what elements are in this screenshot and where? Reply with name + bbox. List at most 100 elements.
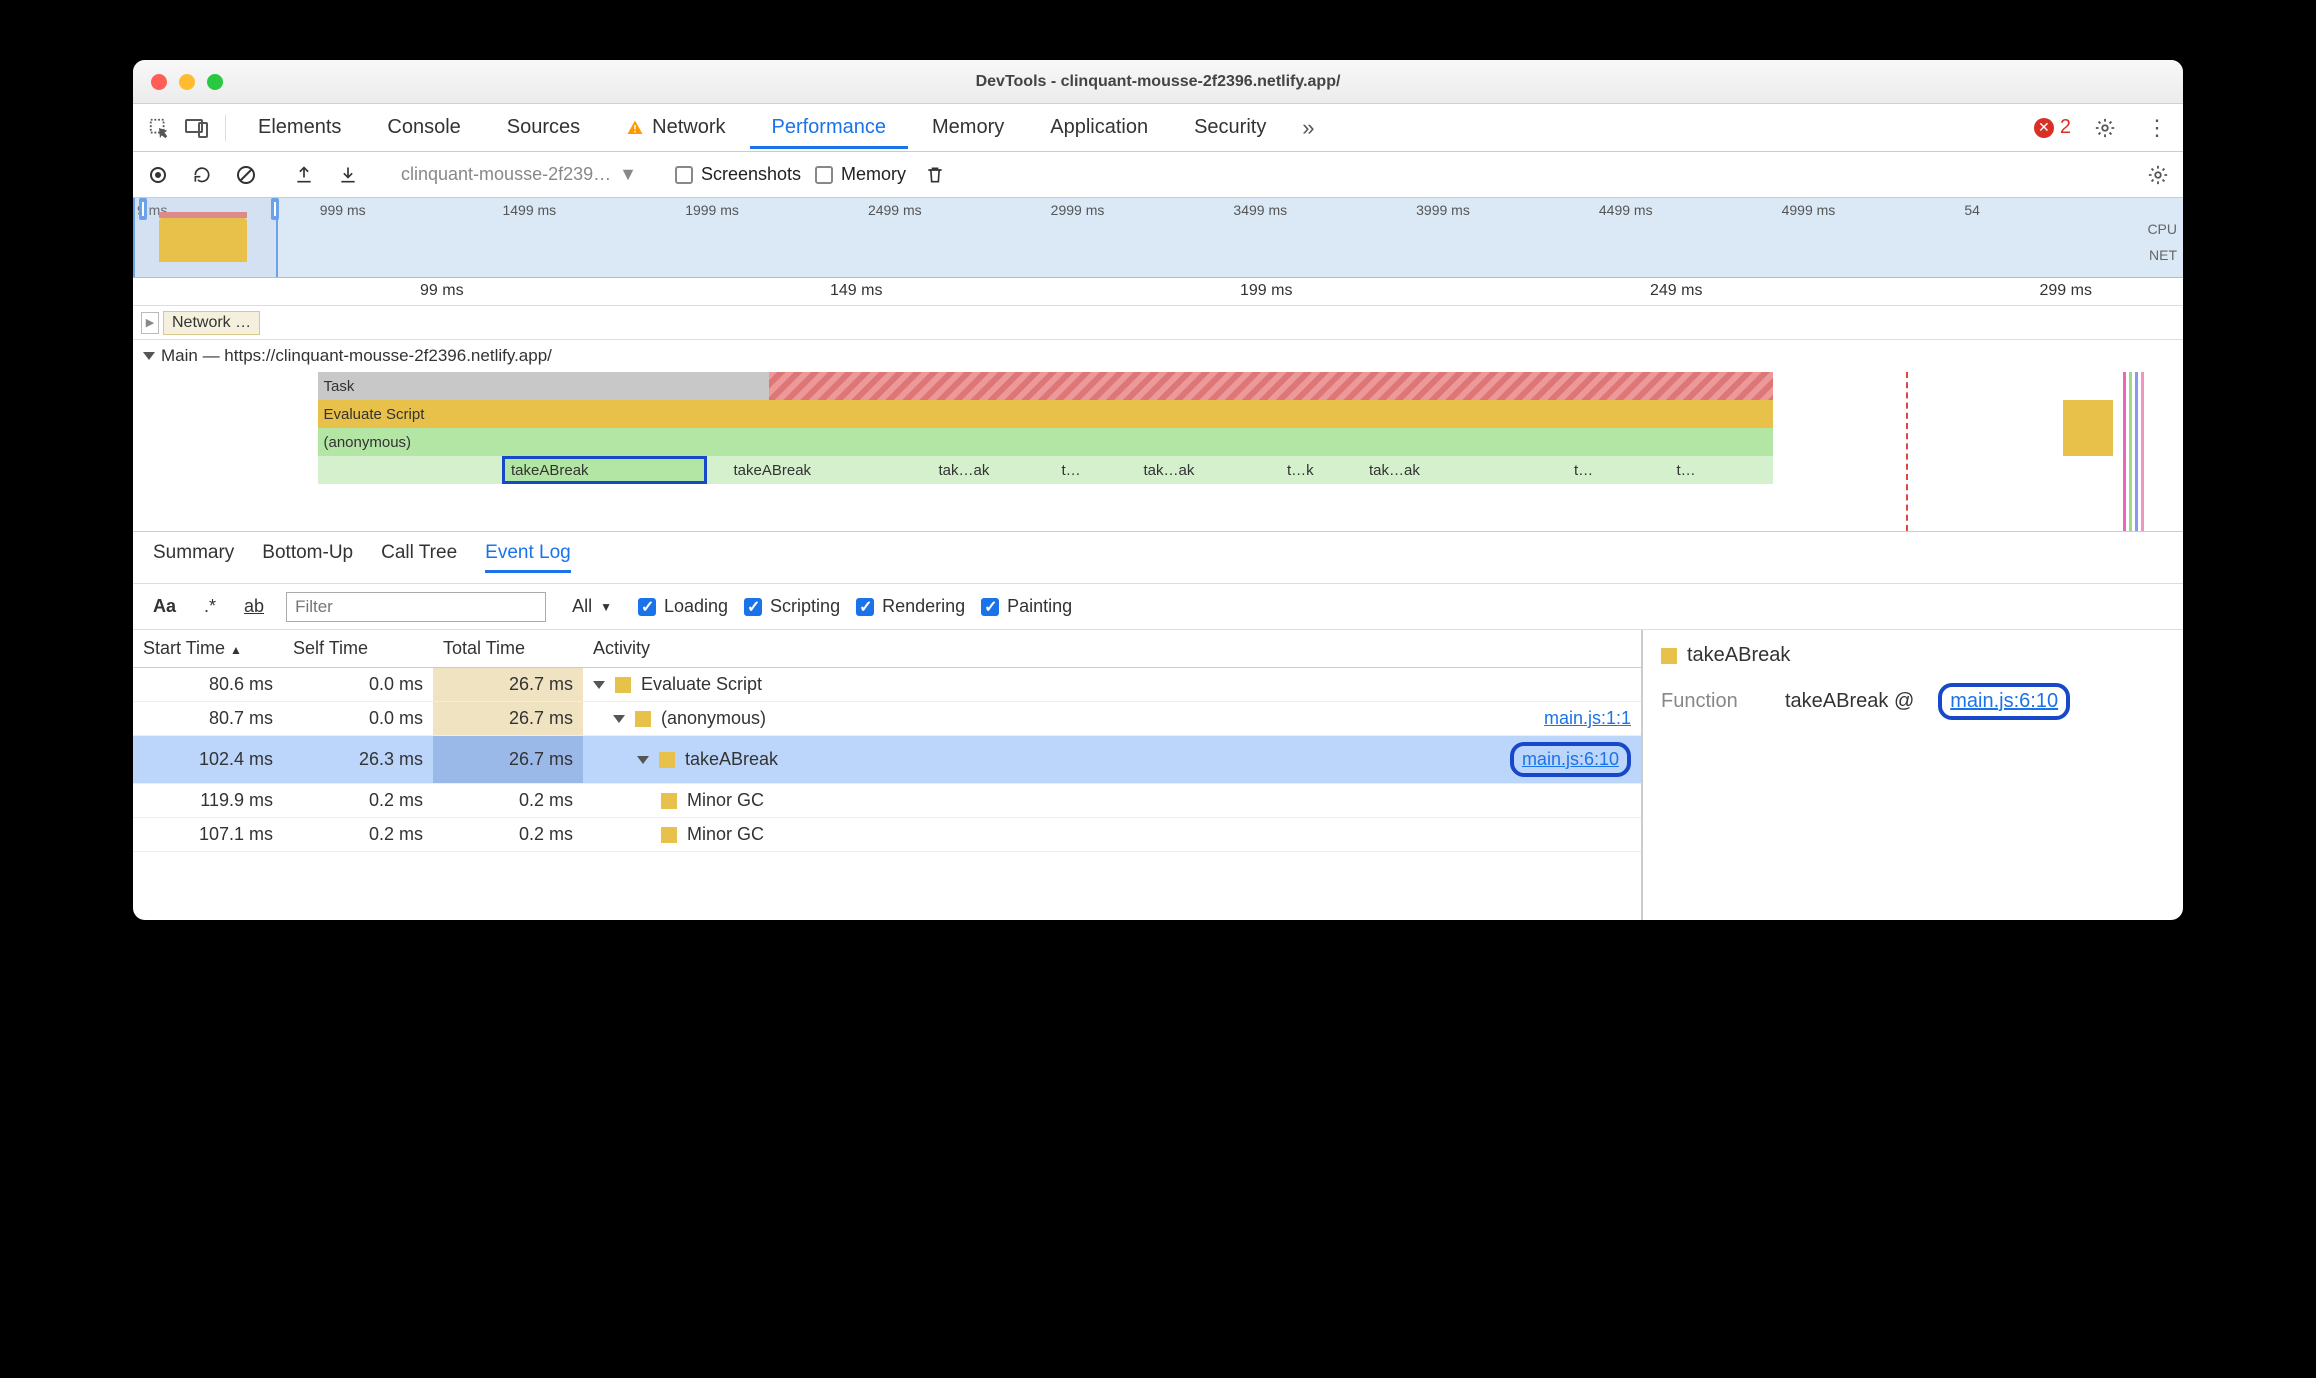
upload-icon[interactable] xyxy=(289,160,319,190)
tab-call-tree[interactable]: Call Tree xyxy=(381,542,457,573)
detail-timeline-header[interactable]: 99 ms 149 ms 199 ms 249 ms 299 ms xyxy=(133,278,2183,306)
event-log-body: Start Time ▲ Self Time Total Time Activi… xyxy=(133,630,2183,920)
chevron-down-icon: ▼ xyxy=(600,600,612,614)
garbage-collect-icon[interactable] xyxy=(920,160,950,190)
tab-console[interactable]: Console xyxy=(365,106,482,149)
tab-summary[interactable]: Summary xyxy=(153,542,234,573)
minimize-window-button[interactable] xyxy=(179,74,195,90)
loading-checkbox[interactable]: Loading xyxy=(638,596,728,617)
table-row[interactable]: 107.1 ms0.2 ms0.2 msMinor GC xyxy=(133,818,1641,852)
network-lane[interactable]: ▶ Network … xyxy=(133,306,2183,340)
tab-elements[interactable]: Elements xyxy=(236,106,363,149)
memory-checkbox[interactable]: Memory xyxy=(815,164,906,185)
reload-icon[interactable] xyxy=(187,160,217,190)
overview-handle-left[interactable] xyxy=(139,198,147,220)
zoom-window-button[interactable] xyxy=(207,74,223,90)
col-start-time[interactable]: Start Time ▲ xyxy=(133,630,283,668)
category-swatch-icon xyxy=(659,752,675,768)
flame-call[interactable]: t… xyxy=(1671,456,1733,484)
flame-call[interactable]: tak…ak xyxy=(1363,456,1486,484)
col-activity[interactable]: Activity xyxy=(583,630,1641,668)
screenshots-checkbox[interactable]: Screenshots xyxy=(675,164,801,185)
table-header-row: Start Time ▲ Self Time Total Time Activi… xyxy=(133,630,1641,668)
flame-call[interactable]: takeABreak xyxy=(728,456,913,484)
event-log-table: Start Time ▲ Self Time Total Time Activi… xyxy=(133,630,1643,920)
overview-handle-right[interactable] xyxy=(271,198,279,220)
main-thread-header[interactable]: Main — https://clinquant-mousse-2f2396.n… xyxy=(133,340,2183,372)
source-link[interactable]: main.js:6:10 xyxy=(1950,690,2058,712)
tab-application[interactable]: Application xyxy=(1028,106,1170,149)
device-toolbar-icon[interactable] xyxy=(179,110,215,146)
flame-call[interactable]: t…k xyxy=(1281,456,1343,484)
error-count[interactable]: ✕ 2 xyxy=(2034,116,2071,139)
table-row[interactable]: 102.4 ms26.3 ms26.7 mstakeABreakmain.js:… xyxy=(133,736,1641,784)
main-thread-label: Main — https://clinquant-mousse-2f2396.n… xyxy=(161,346,552,366)
category-swatch-icon xyxy=(661,827,677,843)
flame-call[interactable]: t… xyxy=(1568,456,1630,484)
overview-cpu-flame xyxy=(159,218,247,262)
event-detail-panel: takeABreak Function takeABreak @ main.js… xyxy=(1643,630,2183,920)
table-row[interactable]: 119.9 ms0.2 ms0.2 msMinor GC xyxy=(133,784,1641,818)
category-swatch-icon xyxy=(635,711,651,727)
flame-long-task[interactable] xyxy=(769,372,1774,400)
col-self-time[interactable]: Self Time xyxy=(283,630,433,668)
expand-icon[interactable]: ▶ xyxy=(141,312,159,334)
chevron-down-icon: ▼ xyxy=(619,164,637,185)
tab-memory[interactable]: Memory xyxy=(910,106,1026,149)
tab-security[interactable]: Security xyxy=(1172,106,1288,149)
source-link[interactable]: main.js:1:1 xyxy=(1544,708,1631,728)
inspect-icon[interactable] xyxy=(141,110,177,146)
tab-performance[interactable]: Performance xyxy=(750,106,909,149)
highlight-ring: main.js:6:10 xyxy=(1510,742,1631,777)
flame-anonymous[interactable]: (anonymous) xyxy=(318,428,1774,456)
regex-icon[interactable]: .* xyxy=(198,594,222,619)
category-swatch-icon xyxy=(615,677,631,693)
table-row[interactable]: 80.7 ms0.0 ms26.7 ms(anonymous)main.js:1… xyxy=(133,702,1641,736)
flame-evaluate-script[interactable]: Evaluate Script xyxy=(318,400,1774,428)
scripting-checkbox[interactable]: Scripting xyxy=(744,596,840,617)
details-tabs: Summary Bottom-Up Call Tree Event Log xyxy=(133,532,2183,584)
chevron-down-icon[interactable] xyxy=(593,681,605,689)
flame-call[interactable]: tak…ak xyxy=(1138,456,1261,484)
col-total-time[interactable]: Total Time xyxy=(433,630,583,668)
performance-toolbar: clinquant-mousse-2f239… ▼ Screenshots Me… xyxy=(133,152,2183,198)
category-swatch-icon xyxy=(661,793,677,809)
tab-event-log[interactable]: Event Log xyxy=(485,542,571,573)
flame-call-selected[interactable]: takeABreak xyxy=(502,456,707,484)
profile-select[interactable]: clinquant-mousse-2f239… ▼ xyxy=(391,160,647,189)
timeline-overview[interactable]: 9 ms 999 ms 1499 ms 1999 ms 2499 ms 2999… xyxy=(133,198,2183,278)
flame-call[interactable]: tak…ak xyxy=(933,456,1036,484)
close-window-button[interactable] xyxy=(151,74,167,90)
tab-sources[interactable]: Sources xyxy=(485,106,602,149)
record-icon[interactable] xyxy=(143,160,173,190)
activity-name: (anonymous) xyxy=(661,708,766,729)
devtools-window: DevTools - clinquant-mousse-2f2396.netli… xyxy=(133,60,2183,920)
flame-call[interactable]: t… xyxy=(1056,456,1118,484)
match-case-icon[interactable]: Aa xyxy=(147,594,182,619)
painting-checkbox[interactable]: Painting xyxy=(981,596,1072,617)
overview-ticks: 9 ms 999 ms 1499 ms 1999 ms 2499 ms 2999… xyxy=(133,202,2143,218)
chevron-down-icon[interactable] xyxy=(637,756,649,764)
table-row[interactable]: 80.6 ms0.0 ms26.7 msEvaluate Script xyxy=(133,668,1641,702)
panel-tabs: Elements Console Sources Network Perform… xyxy=(133,104,2183,152)
match-word-icon[interactable]: ab xyxy=(238,594,270,619)
tab-bottom-up[interactable]: Bottom-Up xyxy=(262,542,353,573)
filter-input[interactable] xyxy=(286,592,546,622)
rendering-checkbox[interactable]: Rendering xyxy=(856,596,965,617)
source-link[interactable]: main.js:6:10 xyxy=(1522,749,1619,769)
settings-icon[interactable] xyxy=(2087,110,2123,146)
clear-icon[interactable] xyxy=(231,160,261,190)
kebab-menu-icon[interactable]: ⋮ xyxy=(2139,110,2175,146)
more-tabs-icon[interactable]: » xyxy=(1290,110,1326,146)
flamechart[interactable]: Task Evaluate Script (anonymous) takeABr… xyxy=(133,372,2183,532)
download-icon[interactable] xyxy=(333,160,363,190)
flame-task[interactable]: Task xyxy=(318,372,769,400)
chevron-down-icon[interactable] xyxy=(613,715,625,723)
overview-lane-labels: CPU NET xyxy=(2147,216,2177,268)
capture-settings-icon[interactable] xyxy=(2143,160,2173,190)
divider xyxy=(225,115,226,141)
detail-title: takeABreak xyxy=(1661,644,2165,667)
activity-name: Evaluate Script xyxy=(641,674,762,695)
tab-network[interactable]: Network xyxy=(604,106,747,149)
duration-select[interactable]: All▼ xyxy=(562,592,622,621)
